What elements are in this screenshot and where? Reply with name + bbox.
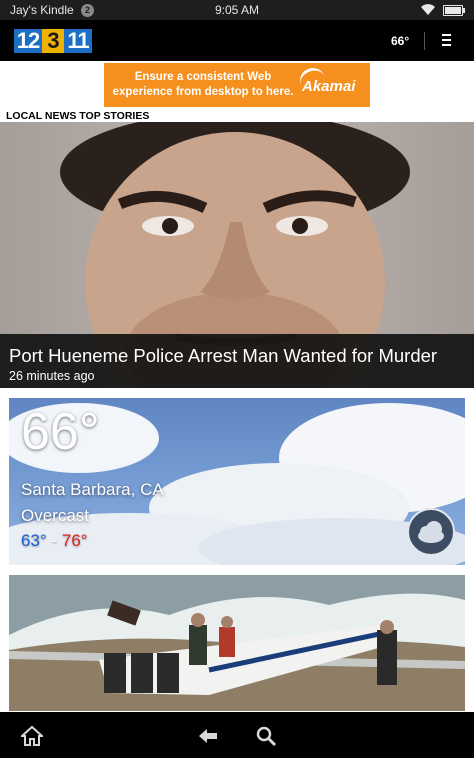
weather-cloud-button[interactable]: [407, 508, 455, 556]
header-temperature[interactable]: 66°: [391, 34, 409, 48]
wifi-icon: [421, 4, 435, 15]
top-story-time: 26 minutes ago: [9, 369, 95, 383]
ad-brand: Akamai: [302, 78, 356, 95]
ad-text: Ensure a consistent Web experience from …: [112, 71, 294, 98]
weather-low: 63°: [21, 531, 47, 550]
story-card-2[interactable]: [9, 575, 465, 711]
header-divider: [424, 32, 425, 50]
weather-location: Santa Barbara, CA: [21, 480, 164, 499]
home-icon[interactable]: [21, 725, 43, 747]
logo-part-3: 3: [42, 28, 64, 53]
weather-range-separator: -: [51, 531, 58, 550]
back-arrow-icon[interactable]: [197, 725, 219, 747]
hamburger-menu-icon[interactable]: [442, 34, 451, 46]
weather-range: 63° - 76°: [21, 531, 88, 551]
top-story-headline[interactable]: Port Hueneme Police Arrest Man Wanted fo…: [9, 345, 437, 367]
ad-banner[interactable]: Ensure a consistent Web experience from …: [104, 63, 370, 107]
weather-condition: Overcast: [21, 506, 90, 525]
station-logo[interactable]: 12 3 11: [14, 28, 92, 53]
weather-temperature: 66°: [21, 403, 100, 461]
status-time: 9:05 AM: [214, 3, 260, 17]
weather-high: 76°: [61, 531, 88, 550]
status-bar: Jay's Kindle 2 9:05 AM: [0, 0, 474, 20]
logo-part-12: 12: [14, 28, 42, 53]
app-header: 12 3 11 66°: [0, 20, 474, 61]
top-story-card[interactable]: Port Hueneme Police Arrest Man Wanted fo…: [0, 122, 474, 388]
section-title: LOCAL NEWS TOP STORIES: [6, 110, 150, 122]
cloud-icon: [418, 521, 444, 543]
bottom-navigation: [0, 712, 474, 758]
search-icon[interactable]: [255, 725, 277, 747]
logo-part-11: 11: [64, 28, 92, 53]
story-2-image: [9, 575, 465, 711]
top-story-caption: Port Hueneme Police Arrest Man Wanted fo…: [0, 334, 474, 388]
battery-icon: [443, 5, 465, 16]
weather-card[interactable]: 66° Santa Barbara, CA Overcast 63° - 76°: [9, 398, 465, 565]
